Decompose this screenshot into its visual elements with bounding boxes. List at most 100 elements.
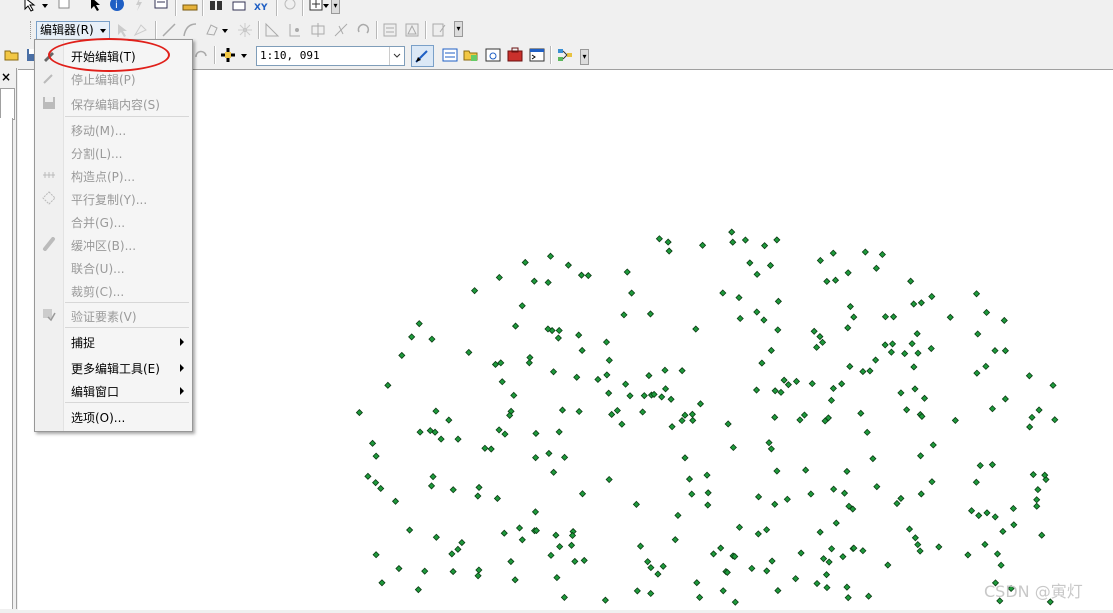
menu-item-copy-parallel[interactable]: 平行复制(Y)... [35, 187, 192, 209]
toolbar-overflow-icon[interactable]: ▾ [580, 49, 589, 65]
create-features-icon[interactable] [431, 22, 447, 38]
python-window-icon[interactable] [529, 47, 545, 63]
map-point-symbol [378, 579, 386, 587]
map-scale-combobox[interactable]: 1:10, 091 [256, 46, 405, 66]
menu-item-snapping[interactable]: 捕捉 [35, 330, 192, 352]
menu-item-validate-features[interactable]: 验证要素(V) [35, 304, 192, 326]
map-point-symbol [753, 270, 761, 278]
map-point-symbol [928, 292, 936, 301]
map-point-symbol [632, 500, 640, 508]
editor-toolbar-toggle-icon[interactable] [411, 45, 434, 67]
map-point-symbol [1025, 372, 1033, 380]
straight-segment-icon[interactable] [161, 22, 177, 38]
menu-item-clip[interactable]: 裁剪(C)... [35, 279, 192, 301]
menu-separator [65, 116, 189, 117]
editor-menu-button[interactable]: 编辑器(R) [36, 21, 110, 40]
map-point-symbol [544, 278, 552, 287]
map-point-symbol [465, 348, 473, 356]
html-popup-icon[interactable] [153, 0, 169, 12]
end-point-arc-icon[interactable] [182, 22, 198, 38]
add-data-dropdown-icon[interactable] [241, 54, 247, 58]
select-dropdown-icon[interactable] [42, 4, 48, 8]
toolbar-grip[interactable] [30, 21, 34, 39]
search-window-icon[interactable] [485, 47, 501, 63]
map-point-symbol [1028, 413, 1036, 421]
menu-item-save-edits[interactable]: 保存编辑内容(S) [35, 92, 192, 114]
measure-icon[interactable] [182, 0, 198, 12]
pointer-icon[interactable] [87, 0, 103, 12]
map-point-symbol [914, 541, 922, 549]
map-point-symbol [681, 411, 689, 419]
map-point-symbol [1034, 486, 1042, 494]
table-of-contents-icon[interactable] [442, 47, 458, 63]
menu-item-label: 编辑窗口 [71, 385, 120, 399]
map-point-symbol [807, 490, 815, 498]
map-point-symbol [655, 235, 663, 243]
add-data-icon[interactable] [220, 47, 236, 63]
reshape-feature-icon[interactable] [287, 22, 303, 38]
map-point-symbol [832, 519, 840, 527]
map-point-symbol [571, 557, 579, 565]
save-icon [42, 96, 56, 110]
select-elements-icon[interactable] [22, 0, 38, 12]
construction-dropdown-icon[interactable] [222, 29, 228, 33]
menu-item-move[interactable]: 移动(M)... [35, 118, 192, 140]
time-slider-icon[interactable] [282, 0, 298, 12]
map-point-symbol [547, 551, 555, 559]
menu-item-split[interactable]: 分割(L)... [35, 141, 192, 163]
edit-annotation-icon[interactable] [133, 22, 149, 38]
find-icon[interactable] [208, 0, 224, 12]
attributes-icon[interactable] [382, 22, 398, 38]
edit-vertices-icon[interactable] [264, 22, 280, 38]
map-point-symbol [633, 587, 641, 595]
identify-icon[interactable]: i [109, 0, 125, 12]
toolbar-overflow-icon[interactable]: ▾ [454, 21, 463, 37]
menu-item-options[interactable]: 选项(O)... [35, 405, 192, 427]
menu-item-editing-windows[interactable]: 编辑窗口 [35, 379, 192, 401]
catalog-icon[interactable] [463, 47, 479, 63]
map-point-symbol [859, 368, 867, 376]
menu-item-merge[interactable]: 合并(G)... [35, 210, 192, 232]
map-point-symbol [364, 472, 372, 480]
find-route-icon[interactable] [231, 0, 247, 12]
close-icon[interactable]: × [0, 70, 12, 84]
map-point-symbol [1029, 470, 1037, 479]
sketch-properties-icon[interactable] [404, 22, 420, 38]
toolbar-overflow-icon[interactable]: ▾ [331, 0, 340, 14]
menu-item-more-editing-tools[interactable]: 更多编辑工具(E) [35, 356, 192, 378]
rotate-tool-icon[interactable] [355, 22, 371, 38]
chevron-down-icon[interactable] [389, 47, 404, 65]
highlight-annotation [48, 38, 170, 72]
menu-item-buffer[interactable]: 缓冲区(B)... [35, 233, 192, 255]
menu-separator [65, 302, 189, 303]
arctoolbox-icon[interactable] [507, 47, 523, 63]
edit-tool-icon[interactable] [114, 22, 130, 38]
hyperlink-icon[interactable] [131, 0, 147, 12]
menu-item-union[interactable]: 联合(U)... [35, 256, 192, 278]
split-tool-icon[interactable] [333, 22, 349, 38]
menu-item-label: 移动(M)... [71, 124, 127, 138]
redo-icon[interactable] [193, 47, 209, 63]
menu-item-label: 保存编辑内容(S) [71, 98, 160, 112]
map-point-symbol [475, 483, 483, 491]
map-point-symbol [920, 394, 929, 402]
map-point-symbol [1009, 504, 1017, 513]
open-folder-icon[interactable] [4, 47, 20, 63]
modelbuilder-icon[interactable] [557, 47, 573, 63]
point-tool-icon[interactable] [237, 22, 253, 38]
map-point-symbol [736, 314, 744, 323]
map-point-symbol [893, 499, 901, 508]
menu-item-construct-points[interactable]: 构造点(P)... [35, 164, 192, 186]
clear-selection-icon[interactable] [56, 0, 72, 12]
map-point-symbol [910, 363, 918, 371]
cut-polygons-icon[interactable] [310, 22, 326, 38]
map-point-symbol [846, 362, 854, 371]
create-viewer-window-icon[interactable] [308, 0, 324, 12]
map-point-symbol [819, 555, 828, 563]
map-point-symbol [445, 416, 453, 424]
trace-icon[interactable] [204, 22, 220, 38]
go-to-xy-icon[interactable]: XY [253, 0, 269, 13]
viewer-dropdown-icon[interactable] [323, 4, 329, 8]
map-point-symbol [761, 242, 769, 250]
chevron-right-icon [180, 364, 184, 372]
